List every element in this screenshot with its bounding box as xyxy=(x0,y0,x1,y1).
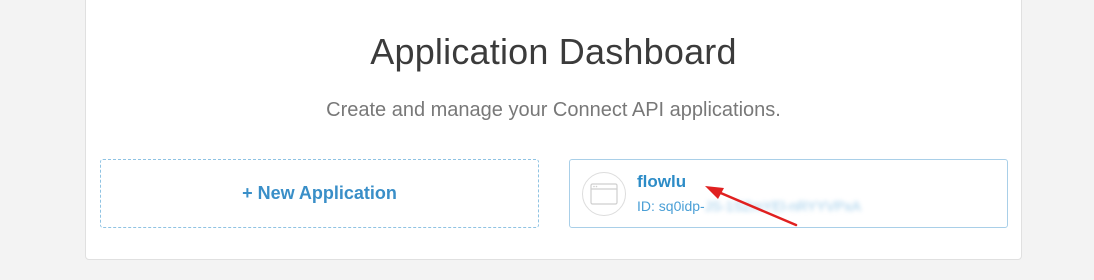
application-id-redacted: JS-1SZmYEl-nRYYVPxA xyxy=(704,198,861,214)
page-title: Application Dashboard xyxy=(370,31,737,72)
page-subtitle: Create and manage your Connect API appli… xyxy=(326,99,781,121)
application-tile-flowlu[interactable]: flowlu ID: sq0idp-JS-1SZmYEl-nRYYVPxA xyxy=(569,159,1008,228)
application-dashboard-card: Application Dashboard Create and manage … xyxy=(85,0,1022,260)
new-application-label: + New Application xyxy=(242,183,397,203)
application-id: ID: sq0idp-JS-1SZmYEl-nRYYVPxA xyxy=(637,198,861,214)
new-application-button[interactable]: + New Application xyxy=(100,159,539,228)
application-id-prefix: ID: sq0idp- xyxy=(637,198,705,214)
app-window-icon xyxy=(582,172,626,216)
application-name: flowlu xyxy=(637,172,687,191)
